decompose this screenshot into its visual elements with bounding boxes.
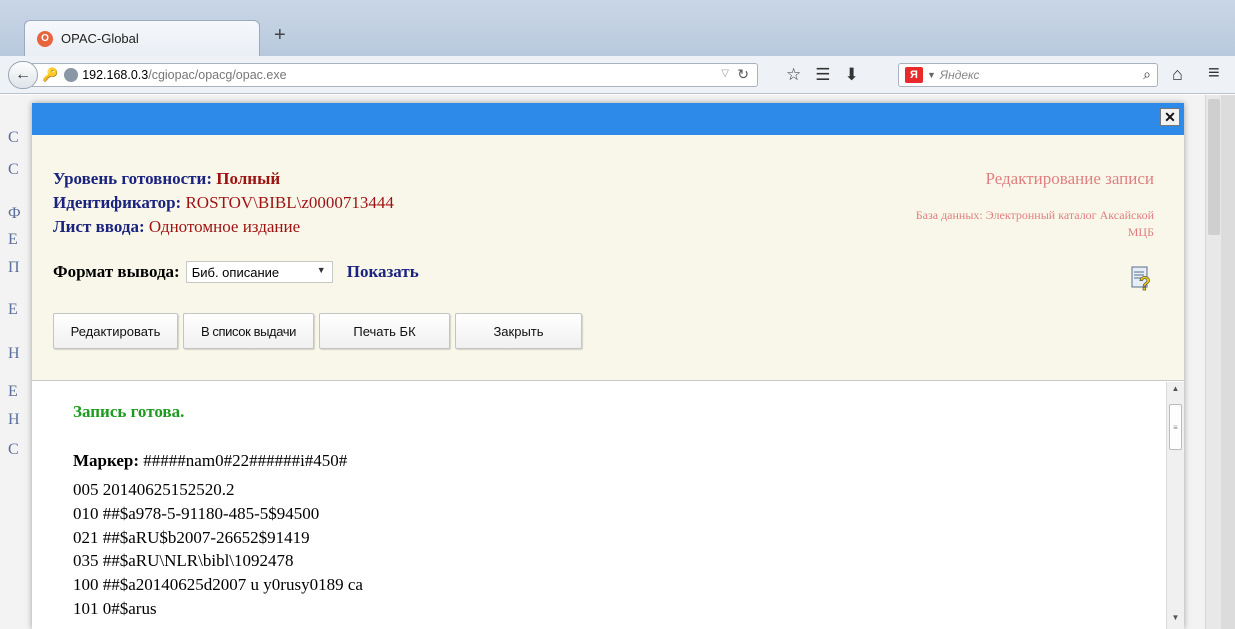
dialog-header: Уровень готовности: Полный Идентификатор… <box>32 135 1184 381</box>
record-fields: 005 20140625152520.2 010 ##$a978-5-91180… <box>73 478 363 621</box>
yandex-logo-icon[interactable]: Я <box>905 67 923 83</box>
star-icon[interactable]: ☆ <box>786 65 801 85</box>
browser-tab[interactable]: O OPAC-Global <box>24 20 260 56</box>
record-field: 035 ##$aRU\NLR\bibl\1092478 <box>73 551 294 571</box>
scroll-up-icon[interactable]: ▲ <box>1167 384 1184 398</box>
readiness-line: Уровень готовности: Полный <box>53 169 280 189</box>
record-field: 100 ##$a20140625d2007 u y0rusy0189 ca <box>73 575 363 595</box>
home-icon[interactable]: ⌂ <box>1172 64 1183 85</box>
search-icon[interactable]: ⌕ <box>1143 66 1151 83</box>
record-content: Запись готова. Маркер: #####nam0#22#####… <box>32 382 1184 629</box>
url-path: /cgiopac/opacg/opac.exe <box>148 68 287 82</box>
dialog-title-bar[interactable]: ✕ <box>32 103 1184 135</box>
edit-button[interactable]: Редактировать <box>53 313 178 349</box>
edit-record-title: Редактирование записи <box>985 169 1154 188</box>
svg-text:?: ? <box>1139 274 1151 293</box>
bg-text: Ф <box>8 205 21 222</box>
identifier-line: Идентификатор: ROSTOV\BIBL\z0000713444 <box>53 193 394 213</box>
page-scrollbar-thumb[interactable] <box>1208 99 1220 235</box>
scroll-down-icon[interactable]: ▼ <box>1167 613 1184 627</box>
bookmarks-list-icon[interactable]: ☰ <box>815 65 830 85</box>
download-icon[interactable]: ⬇ <box>845 65 859 85</box>
record-status: Запись готова. <box>73 402 185 421</box>
tab-title: OPAC-Global <box>61 31 139 46</box>
database-name: База данных: Электронный каталог Аксайск… <box>915 208 1154 239</box>
browser-tab-bar: O OPAC-Global + <box>0 0 1235 56</box>
opera-favicon-icon: O <box>37 30 53 47</box>
toolbar-icons: ☆ ☰ ⬇ <box>786 65 859 85</box>
print-card-button[interactable]: Печать БК <box>319 313 450 349</box>
bg-link[interactable]: С <box>8 129 19 147</box>
record-field: 101 0#$arus <box>73 598 157 618</box>
readiness-value: Полный <box>216 169 281 188</box>
bg-text: Е <box>8 231 18 248</box>
input-sheet-value: Однотомное издание <box>148 217 301 236</box>
bg-link[interactable]: Е <box>8 301 18 319</box>
record-dialog: ✕ Уровень готовности: Полный Идентификат… <box>32 103 1184 629</box>
reload-icon[interactable]: ↻ <box>737 66 749 83</box>
marker-value: #####nam0#22######i#450# <box>143 451 348 470</box>
chevron-down-icon[interactable]: ▼ <box>927 70 936 80</box>
close-icon[interactable]: ✕ <box>1160 108 1180 126</box>
content-scrollbar-thumb[interactable]: ≡ <box>1169 404 1182 450</box>
content-scrollbar[interactable]: ▲ ≡ ▼ <box>1166 382 1184 629</box>
key-icon[interactable]: 🔑 <box>42 67 58 83</box>
bg-link[interactable]: Е <box>8 383 18 401</box>
identifier-label: Идентификатор: <box>53 193 182 212</box>
bg-link[interactable]: С <box>8 441 19 459</box>
globe-icon <box>64 68 79 82</box>
bg-link[interactable]: Н <box>8 411 20 429</box>
marker-line: Маркер: #####nam0#22######i#450# <box>73 451 347 471</box>
format-label: Формат вывода: <box>53 262 180 281</box>
search-bar[interactable]: Я ▼ Яндекс ⌕ <box>898 63 1158 87</box>
show-link[interactable]: Показать <box>347 262 419 282</box>
record-field: 021 ##$aRU$b2007-26652$91419 <box>73 527 310 547</box>
format-select[interactable]: Биб. описание ▼ <box>185 261 333 283</box>
search-input[interactable]: Яндекс <box>940 68 980 82</box>
add-to-issue-list-button[interactable]: В список выдачи <box>183 313 314 349</box>
page-scrollbar[interactable] <box>1205 95 1221 629</box>
back-arrow-icon[interactable]: ← <box>8 61 38 89</box>
readiness-label: Уровень готовности: <box>53 169 212 188</box>
format-row: Формат вывода: Биб. описание ▼ Показать <box>53 261 419 283</box>
new-tab-button[interactable]: + <box>274 24 286 47</box>
bg-link[interactable]: П <box>8 259 20 277</box>
url-host: 192.168.0.3 <box>82 68 149 82</box>
address-bar[interactable]: 🔑 192.168.0.3/cgiopac/opacg/opac.exe ▽ ↻ <box>32 63 758 87</box>
format-selected-value: Биб. описание <box>191 264 280 280</box>
record-field: 005 20140625152520.2 <box>73 480 235 499</box>
bg-link[interactable]: С <box>8 161 19 179</box>
input-sheet-line: Лист ввода: Однотомное издание <box>53 217 300 237</box>
url-history-dropdown-icon[interactable]: ▽ <box>721 68 729 79</box>
window-edge <box>1221 95 1235 629</box>
hamburger-menu-icon[interactable]: ≡ <box>1208 62 1220 85</box>
action-buttons: Редактировать В список выдачи Печать БК … <box>53 313 582 349</box>
input-sheet-label: Лист ввода: <box>53 217 145 236</box>
bg-link[interactable]: Н <box>8 345 20 363</box>
record-field: 010 ##$a978-5-91180-485-5$94500 <box>73 503 320 523</box>
close-button[interactable]: Закрыть <box>455 313 582 349</box>
marker-label: Маркер: <box>73 451 140 470</box>
identifier-value: ROSTOV\BIBL\z0000713444 <box>185 193 394 212</box>
chevron-down-icon[interactable]: ▼ <box>317 265 326 275</box>
help-document-icon[interactable]: ? <box>1130 265 1154 293</box>
browser-nav-bar: 🔑 192.168.0.3/cgiopac/opacg/opac.exe ▽ ↻… <box>0 56 1235 94</box>
